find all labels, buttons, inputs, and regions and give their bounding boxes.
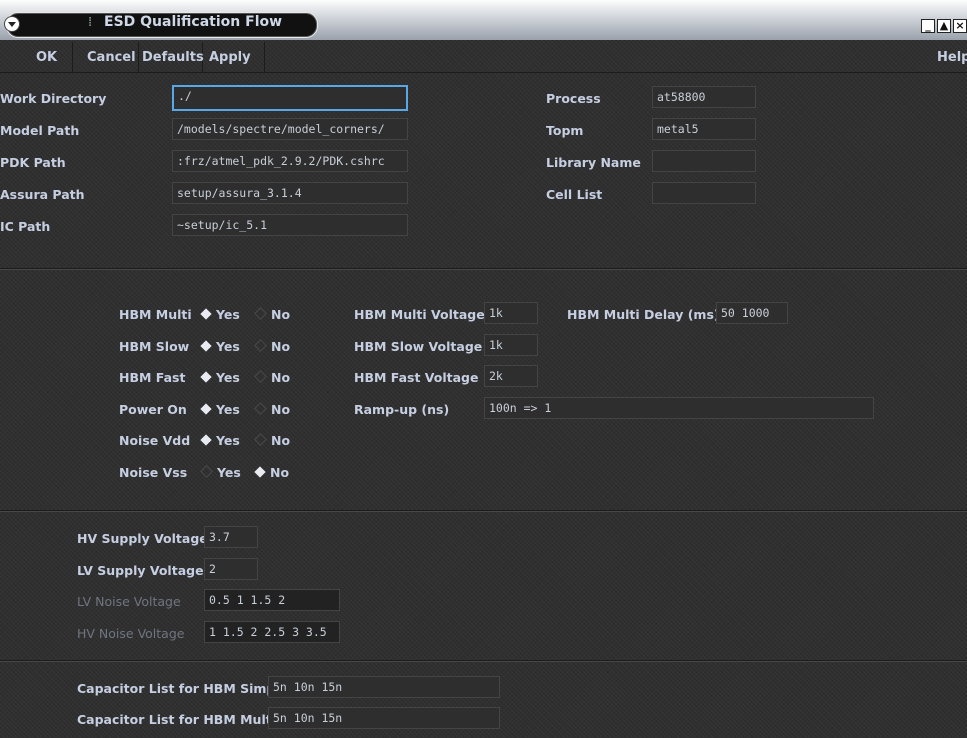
hbm-fast-no-radio[interactable]: No — [254, 370, 290, 385]
process-field[interactable]: at58800 — [652, 86, 756, 108]
radio-unselected-icon — [200, 465, 213, 478]
hbm-fast-label: HBM Fast — [119, 370, 186, 385]
library-name-field[interactable] — [652, 150, 756, 172]
help-button[interactable]: Help — [937, 50, 967, 65]
button-separator — [264, 42, 265, 72]
radio-selected-icon — [200, 403, 212, 415]
hbm-multi-delay-label: HBM Multi Delay (ms) — [567, 307, 720, 322]
lv-noise-voltage-label: LV Noise Voltage — [77, 594, 181, 609]
hbm-multi-delay-field[interactable]: 50 1000 — [716, 302, 788, 324]
topm-field[interactable]: metal5 — [652, 118, 756, 140]
pdk-path-label: PDK Path — [0, 155, 66, 170]
radio-selected-icon — [200, 371, 212, 383]
hv-noise-voltage-field: 1 1.5 2 2.5 3 3.5 — [204, 621, 340, 643]
radio-unselected-icon — [254, 370, 267, 383]
work-directory-label: Work Directory — [0, 91, 107, 106]
radio-unselected-icon — [254, 307, 267, 320]
assura-path-label: Assura Path — [0, 187, 85, 202]
hbm-multi-label: HBM Multi — [119, 307, 192, 322]
ok-button[interactable]: OK — [36, 50, 57, 65]
minimize-icon[interactable]: _ — [921, 19, 935, 33]
hbm-slow-label: HBM Slow — [119, 339, 190, 354]
hv-noise-voltage-label: HV Noise Voltage — [77, 626, 185, 641]
noise-vdd-no-radio[interactable]: No — [254, 433, 290, 448]
lv-noise-voltage-field: 0.5 1 1.5 2 — [204, 589, 340, 611]
pdk-path-field[interactable]: :frz/atmel_pdk_2.9.2/PDK.cshrc — [172, 150, 408, 172]
section-divider — [0, 511, 967, 512]
radio-selected-icon — [200, 434, 212, 446]
hv-supply-voltage-field[interactable]: 3.7 — [204, 526, 258, 548]
title-decoration-icon: ⁞ — [88, 15, 93, 30]
esd-qualification-window: ⁞ ESD Qualification Flow _ ▲ × OK Cancel… — [0, 0, 967, 738]
defaults-button[interactable]: Defaults — [142, 50, 204, 65]
capacitor-hbm-simple-field[interactable]: 5n 10n 15n — [268, 676, 500, 698]
capacitor-hbm-simple-label: Capacitor List for HBM Simple — [77, 681, 289, 696]
library-name-label: Library Name — [546, 155, 641, 170]
window-title: ESD Qualification Flow — [104, 14, 283, 30]
assura-path-field[interactable]: setup/assura_3.1.4 — [172, 182, 408, 204]
noise-vss-yes-radio[interactable]: Yes — [200, 465, 241, 480]
noise-vdd-label: Noise Vdd — [119, 433, 191, 448]
work-directory-field[interactable]: ./ — [172, 85, 408, 111]
model-path-label: Model Path — [0, 123, 80, 138]
hbm-slow-yes-radio[interactable]: Yes — [200, 339, 240, 354]
hbm-slow-no-radio[interactable]: No — [254, 339, 290, 354]
topm-label: Topm — [546, 123, 584, 138]
apply-button[interactable]: Apply — [209, 50, 251, 65]
hbm-fast-voltage-field[interactable]: 2k — [484, 365, 538, 387]
window-menu-icon[interactable] — [4, 16, 20, 32]
noise-vdd-yes-radio[interactable]: Yes — [200, 433, 240, 448]
power-on-label: Power On — [119, 402, 187, 417]
ramp-up-field[interactable]: 100n => 1 — [484, 397, 874, 419]
power-on-no-radio[interactable]: No — [254, 402, 290, 417]
lv-supply-voltage-label: LV Supply Voltage — [77, 563, 204, 578]
capacitor-hbm-multi-field[interactable]: 5n 10n 15n — [268, 707, 500, 729]
button-separator — [72, 42, 73, 72]
maximize-icon[interactable]: ▲ — [937, 19, 951, 33]
radio-selected-icon — [200, 340, 212, 352]
hbm-slow-voltage-label: HBM Slow Voltage — [354, 339, 483, 354]
cancel-button[interactable]: Cancel — [87, 50, 136, 65]
noise-vss-no-radio[interactable]: No — [254, 465, 289, 480]
close-icon[interactable]: × — [953, 19, 967, 33]
noise-vss-label: Noise Vss — [119, 465, 188, 480]
hbm-multi-voltage-label: HBM Multi Voltage — [354, 307, 485, 322]
title-bar: ⁞ ESD Qualification Flow _ ▲ × — [0, 0, 967, 40]
hbm-multi-voltage-field[interactable]: 1k — [484, 302, 538, 324]
radio-selected-icon — [200, 308, 212, 320]
ic-path-field[interactable]: ~setup/ic_5.1 — [172, 214, 408, 236]
hbm-fast-yes-radio[interactable]: Yes — [200, 370, 240, 385]
ramp-up-label: Ramp-up (ns) — [354, 402, 450, 417]
hbm-fast-voltage-label: HBM Fast Voltage — [354, 370, 479, 385]
hbm-multi-no-radio[interactable]: No — [254, 307, 290, 322]
section-divider — [0, 269, 967, 270]
power-on-yes-radio[interactable]: Yes — [200, 402, 240, 417]
cell-list-label: Cell List — [546, 187, 603, 202]
button-separator — [138, 42, 139, 72]
section-divider — [0, 661, 967, 662]
hv-supply-voltage-label: HV Supply Voltage — [77, 531, 208, 546]
capacitor-hbm-multi-label: Capacitor List for HBM Multi — [77, 712, 276, 727]
cell-list-field[interactable] — [652, 182, 756, 204]
lv-supply-voltage-field[interactable]: 2 — [204, 558, 258, 580]
radio-unselected-icon — [254, 402, 267, 415]
model-path-field[interactable]: /models/spectre/model_corners/ — [172, 118, 408, 140]
hbm-slow-voltage-field[interactable]: 1k — [484, 334, 538, 356]
process-label: Process — [546, 91, 601, 106]
radio-selected-icon — [254, 466, 266, 478]
radio-unselected-icon — [254, 433, 267, 446]
radio-unselected-icon — [254, 339, 267, 352]
hbm-multi-yes-radio[interactable]: Yes — [200, 307, 240, 322]
ic-path-label: IC Path — [0, 219, 51, 234]
